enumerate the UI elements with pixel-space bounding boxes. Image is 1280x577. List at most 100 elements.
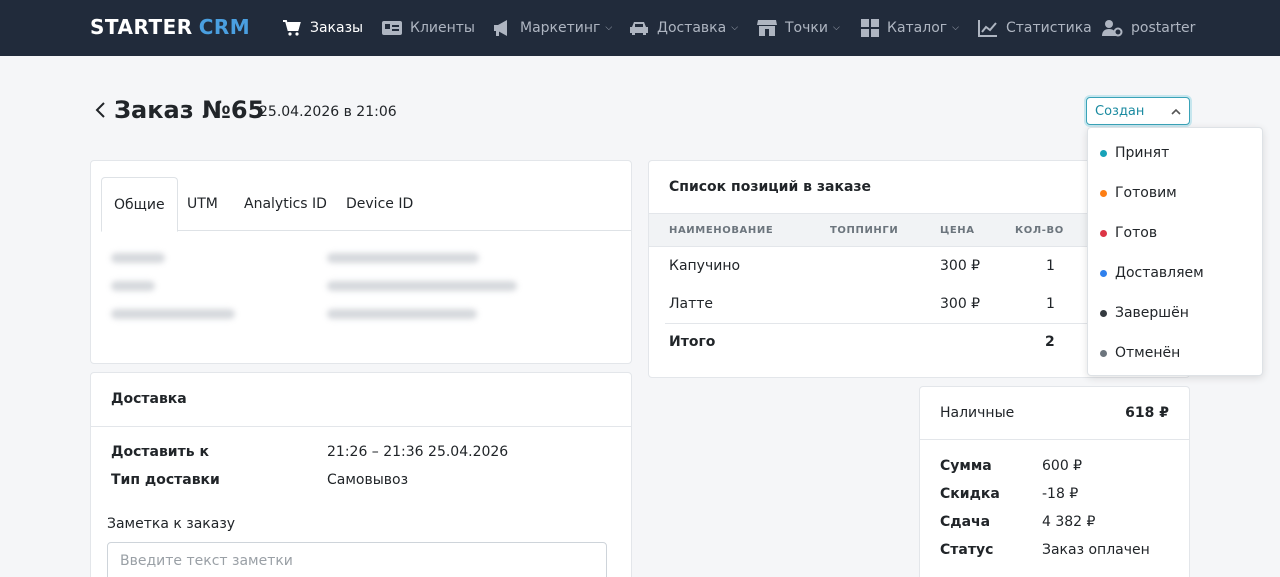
delivery-title: Доставка [111, 391, 187, 407]
megaphone-icon [494, 20, 507, 36]
nav-orders-label: Заказы [310, 20, 364, 36]
nav-user-label: postarter [1131, 20, 1196, 36]
nav-orders[interactable]: Заказы [282, 18, 363, 38]
chevron-down-icon: ⌵ [952, 23, 959, 33]
page-title: Заказ №65 [114, 96, 265, 124]
status-option-label: Доставляем [1115, 265, 1204, 281]
payment-method: Наличные [940, 405, 1015, 421]
total-label: Итого [669, 334, 716, 350]
delivery-type-value: Самовывоз [327, 472, 409, 488]
status-select[interactable]: Создан [1086, 97, 1190, 125]
payment-status-label: Статус [940, 542, 994, 558]
nav-marketing-label: Маркетинг [520, 20, 601, 36]
tab-general[interactable]: Общие [101, 177, 178, 232]
tab-analytics-id[interactable]: Analytics ID [232, 177, 339, 231]
grid-icon [861, 19, 879, 37]
item-price: 300 ₽ [940, 258, 981, 274]
tab-label: Device ID [346, 196, 414, 212]
chevron-down-icon: ⌵ [605, 23, 613, 33]
cart-icon [283, 20, 301, 36]
status-dot [1100, 269, 1107, 277]
nav-catalog[interactable]: Каталог ⌵ [861, 18, 959, 38]
status-option-delivering[interactable]: Доставляем [1100, 263, 1204, 283]
status-option-label: Принят [1115, 145, 1170, 161]
sum-label: Сумма [940, 458, 992, 474]
status-dot [1100, 189, 1107, 197]
payment-card: Наличные 618 ₽ Сумма 600 ₽ Скидка -18 ₽ … [919, 386, 1190, 577]
column-name: НАИМЕНОВАНИЕ [669, 225, 774, 236]
id-card-icon [382, 21, 402, 35]
nav-points[interactable]: Точки ⌵ [757, 18, 840, 38]
tab-utm[interactable]: UTM [175, 177, 230, 231]
blurred-field [327, 281, 517, 291]
change-label: Сдача [940, 514, 991, 530]
divider [920, 439, 1189, 440]
nav-points-label: Точки [785, 20, 828, 36]
status-option-ready[interactable]: Готов [1100, 223, 1157, 243]
blurred-field [327, 253, 479, 263]
top-navbar: STARTER CRM Заказы Клиенты Маркетинг ⌵ До… [0, 0, 1280, 56]
column-qty: КОЛ-ВО [1015, 225, 1064, 236]
total-qty: 2 [1045, 334, 1055, 350]
sum-value: 600 ₽ [1042, 458, 1083, 474]
payment-method-amount: 618 ₽ [1125, 405, 1169, 421]
nav-marketing[interactable]: Маркетинг ⌵ [492, 18, 612, 38]
divider [91, 426, 631, 427]
store-icon [757, 20, 777, 36]
info-tabs: Общие UTM Analytics ID Device ID [101, 177, 631, 232]
discount-value: -18 ₽ [1042, 486, 1079, 502]
chevron-down-icon: ⌵ [731, 23, 739, 33]
nav-catalog-label: Каталог [887, 20, 948, 36]
status-option-completed[interactable]: Завершён [1100, 303, 1189, 323]
blurred-field [111, 309, 235, 319]
chart-icon [978, 20, 997, 37]
nav-delivery-label: Доставка [657, 20, 727, 36]
nav-user-account[interactable]: postarter [1102, 18, 1195, 38]
user-gear-icon [1102, 20, 1123, 37]
status-dropdown-menu: Принят Готовим Готов Доставляем Завершён… [1087, 127, 1263, 376]
status-dot [1100, 149, 1107, 157]
status-option-accepted[interactable]: Принят [1100, 143, 1169, 163]
payment-status-value: Заказ оплачен [1042, 542, 1150, 558]
nav-clients[interactable]: Клиенты [382, 18, 475, 38]
tab-device-id[interactable]: Device ID [334, 177, 425, 231]
nav-statistics[interactable]: Статистика [978, 18, 1092, 38]
column-price: ЦЕНА [940, 225, 975, 236]
delivery-type-label: Тип доставки [111, 472, 220, 488]
deliver-at-value: 21:26 – 21:36 25.04.2026 [327, 444, 509, 460]
back-arrow-icon[interactable] [94, 100, 108, 120]
status-dot [1100, 309, 1107, 317]
status-dot [1100, 349, 1107, 357]
column-toppings: ТОППИНГИ [830, 225, 899, 236]
tab-label: UTM [187, 196, 218, 212]
items-title: Список позиций в заказе [669, 179, 872, 195]
blurred-field [327, 309, 477, 319]
order-date: 25.04.2026 в 21:06 [259, 104, 397, 120]
deliver-at-label: Доставить к [111, 444, 209, 460]
change-value: 4 382 ₽ [1042, 514, 1096, 530]
car-icon [630, 22, 648, 35]
discount-label: Скидка [940, 486, 1000, 502]
tab-label: Общие [114, 196, 165, 213]
nav-delivery[interactable]: Доставка ⌵ [629, 18, 738, 38]
order-info-card: Общие UTM Analytics ID Device ID [90, 160, 632, 364]
blurred-field [111, 281, 155, 291]
delivery-card: Доставка Доставить к 21:26 – 21:36 25.04… [90, 372, 632, 577]
item-qty: 1 [1046, 258, 1055, 274]
nav-clients-label: Клиенты [410, 20, 475, 36]
item-qty: 1 [1046, 296, 1055, 312]
tab-label: Analytics ID [244, 196, 327, 212]
note-input[interactable]: Введите текст заметки [107, 542, 607, 577]
status-option-label: Готов [1115, 225, 1158, 241]
chevron-up-icon [1171, 108, 1181, 115]
item-price: 300 ₽ [940, 296, 981, 312]
status-option-label: Завершён [1115, 305, 1189, 321]
status-option-label: Отменён [1115, 345, 1181, 361]
brand-logo[interactable]: STARTER CRM [90, 15, 250, 39]
status-option-cancelled[interactable]: Отменён [1100, 343, 1180, 363]
status-dot [1100, 229, 1107, 237]
blurred-field [111, 253, 165, 263]
status-option-label: Готовим [1115, 185, 1177, 201]
nav-statistics-label: Статистика [1006, 20, 1092, 36]
status-option-cooking[interactable]: Готовим [1100, 183, 1177, 203]
